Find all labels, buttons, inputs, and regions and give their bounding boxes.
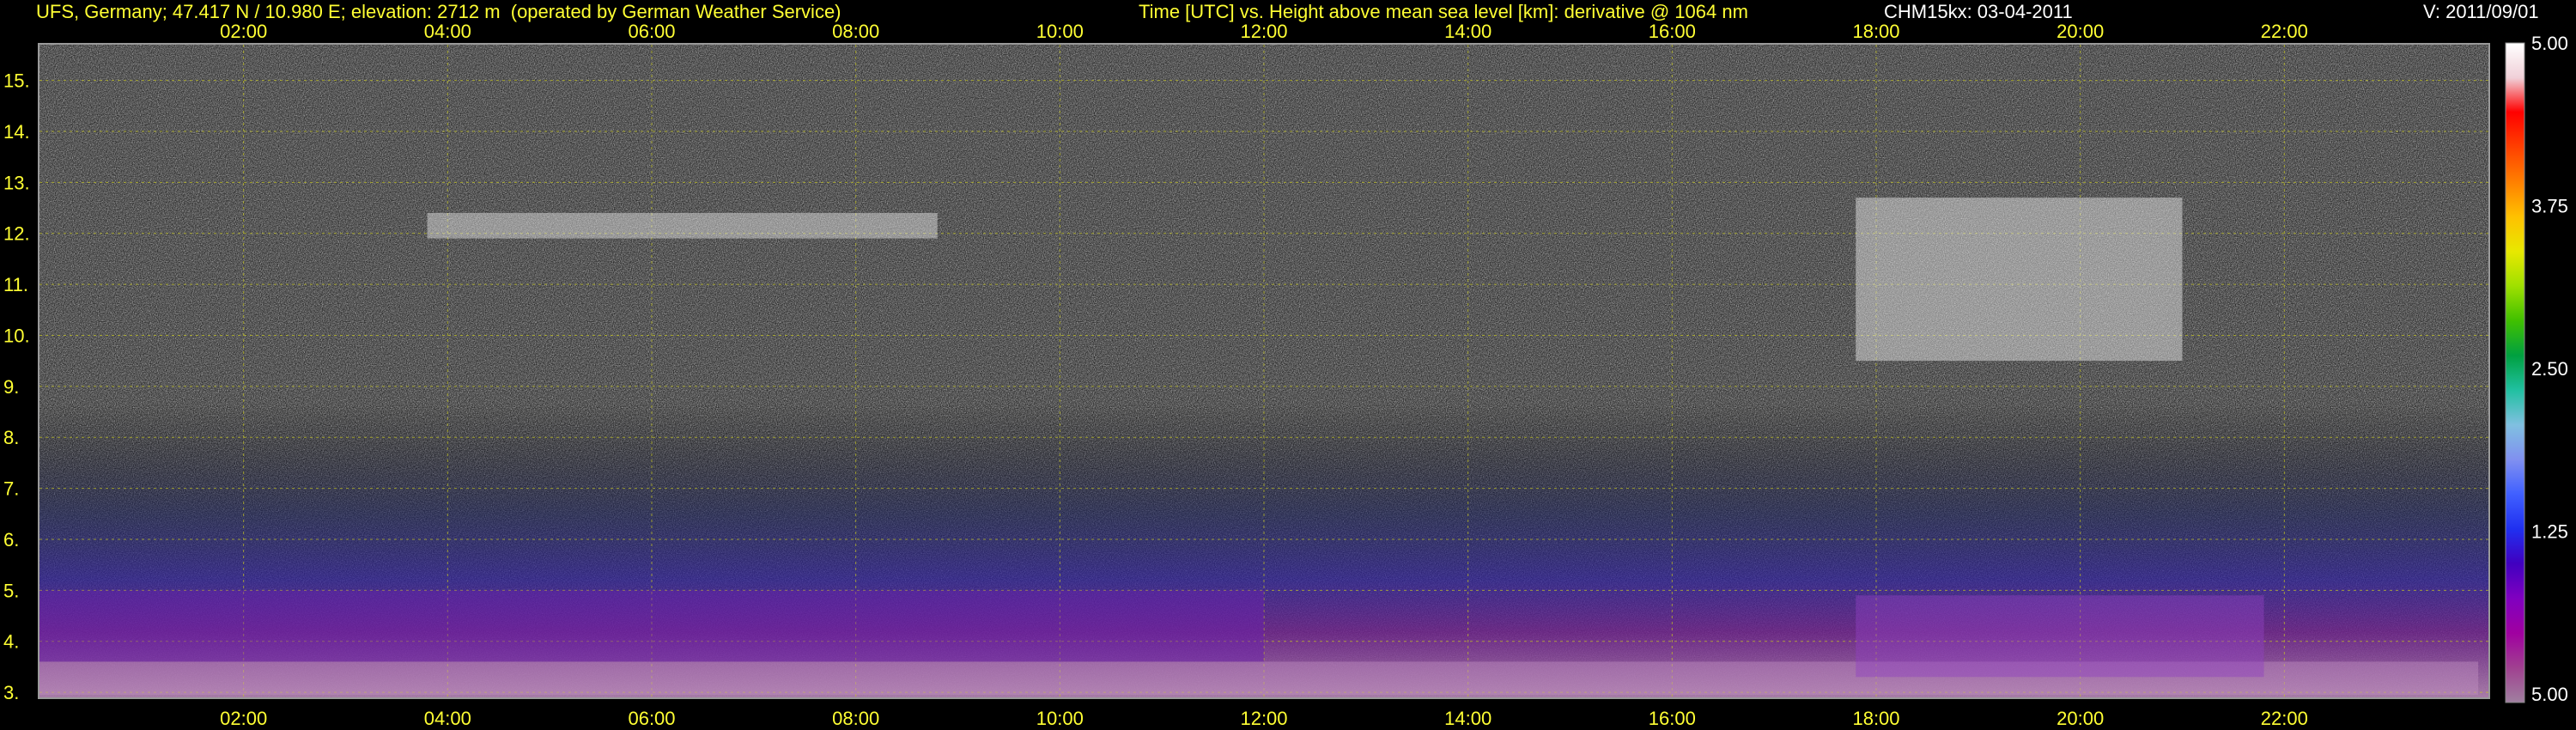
y-tick-label: 7.	[3, 478, 19, 500]
x-tick-label-bottom: 22:00	[2261, 708, 2308, 729]
x-tick-label-top: 08:00	[832, 21, 879, 42]
y-tick-label: 9.	[3, 376, 19, 398]
x-axis-bottom: 02:00 04:00 06:00 08:00 10:00 12:00 14:00 16:00…	[220, 708, 2308, 729]
x-tick-label-bottom: 14:00	[1444, 708, 1492, 729]
colorbar-bar	[2505, 42, 2525, 703]
x-tick-label-top: 20:00	[2057, 21, 2104, 42]
y-tick-label: 15.	[3, 70, 30, 92]
x-tick-label-top: 22:00	[2261, 21, 2308, 42]
y-tick-label: 10.	[3, 325, 30, 346]
x-tick-label-bottom: 12:00	[1240, 708, 1287, 729]
colorbar-tick-label: 1.25	[2531, 521, 2568, 543]
x-tick-label-top: 10:00	[1036, 21, 1084, 42]
y-tick-label: 3.	[3, 682, 19, 703]
y-tick-label: 8.	[3, 427, 19, 448]
y-axis: 3. 4. 5. 6. 7. 8. 9. 10. 11. 12. 13. 14. 15.	[3, 70, 30, 704]
x-tick-label-top: 02:00	[220, 21, 267, 42]
x-tick-label-bottom: 10:00	[1036, 708, 1084, 729]
x-tick-label-top: 06:00	[628, 21, 675, 42]
colorbar: 5.00 3.75 2.50 1.25 5.00	[2505, 33, 2568, 705]
colorbar-tick-label: 5.00	[2531, 684, 2568, 705]
x-tick-label-bottom: 08:00	[832, 708, 879, 729]
x-tick-label-bottom: 06:00	[628, 708, 675, 729]
y-tick-label: 12.	[3, 223, 30, 245]
x-tick-label-bottom: 02:00	[220, 708, 267, 729]
x-tick-label-bottom: 18:00	[1852, 708, 1899, 729]
x-tick-label-bottom: 20:00	[2057, 708, 2104, 729]
x-axis-top: 02:00 04:00 06:00 08:00 10:00 12:00 14:00 16:00…	[220, 21, 2308, 42]
x-tick-label-bottom: 16:00	[1649, 708, 1696, 729]
y-tick-label: 6.	[3, 529, 19, 551]
plot-frame	[38, 43, 2490, 699]
x-tick-label-top: 04:00	[424, 21, 471, 42]
x-tick-label-top: 18:00	[1852, 21, 1899, 42]
colorbar-tick-label: 3.75	[2531, 196, 2568, 217]
colorbar-tick-label: 2.50	[2531, 358, 2568, 380]
colorbar-tick-label: 5.00	[2531, 33, 2568, 54]
y-tick-label: 14.	[3, 121, 30, 143]
y-tick-label: 11.	[3, 274, 28, 295]
y-tick-label: 13.	[3, 172, 30, 193]
x-tick-label-top: 16:00	[1649, 21, 1696, 42]
y-tick-label: 5.	[3, 580, 19, 601]
x-tick-label-top: 14:00	[1444, 21, 1492, 42]
x-tick-label-top: 12:00	[1240, 21, 1287, 42]
x-tick-label-bottom: 04:00	[424, 708, 471, 729]
y-tick-label: 4.	[3, 631, 19, 653]
